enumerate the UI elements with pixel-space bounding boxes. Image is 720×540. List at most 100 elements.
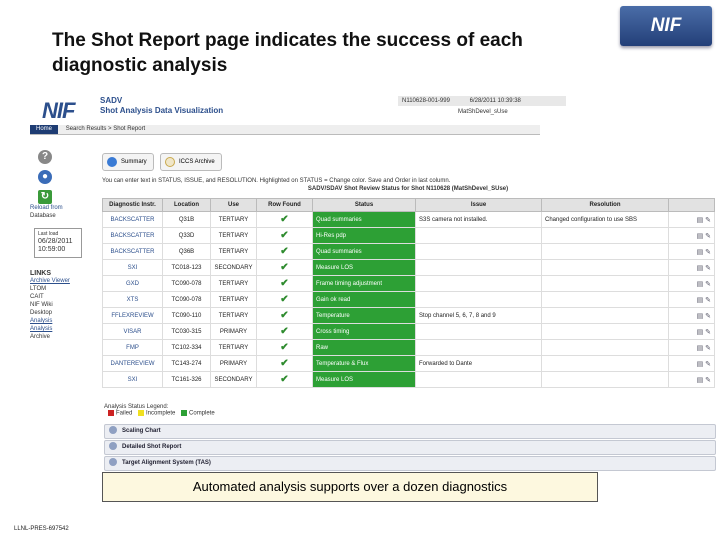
diag-cell[interactable]: GXD xyxy=(102,275,163,292)
status-cell[interactable]: Hi-Res pdp xyxy=(312,227,416,244)
status-cell[interactable]: Raw xyxy=(312,339,416,356)
status-cell[interactable]: Quad summaries xyxy=(312,211,416,228)
status-cell[interactable]: Quad summaries xyxy=(312,243,416,260)
status-cell[interactable]: Gain ok read xyxy=(312,291,416,308)
sidebar-link-desktop[interactable]: Desktop xyxy=(30,309,96,317)
panel-detailed-shot-report-label: Detailed Shot Report xyxy=(122,444,182,450)
resolution-cell[interactable]: Changed configuration to use SBS xyxy=(541,211,669,228)
resolution-cell[interactable] xyxy=(541,259,669,276)
help-icon[interactable]: ? xyxy=(38,150,52,164)
col-location[interactable]: Location xyxy=(162,198,211,212)
issue-cell[interactable]: S3S camera not installed. xyxy=(415,211,542,228)
diag-cell[interactable]: SXI xyxy=(102,371,163,388)
issue-cell[interactable] xyxy=(415,259,542,276)
instructions-text: You can enter text in STATUS, ISSUE, and… xyxy=(102,178,451,184)
diag-cell[interactable]: XTS xyxy=(102,291,163,308)
row-actions[interactable]: ▤ ✎ xyxy=(668,291,715,308)
location-cell: Q33D xyxy=(162,227,211,244)
panel-scaling-chart[interactable]: Scaling Chart xyxy=(104,424,716,439)
panel-detailed-shot-report[interactable]: Detailed Shot Report xyxy=(104,440,716,455)
diag-cell[interactable]: FMP xyxy=(102,339,163,356)
sidebar-link-archive[interactable]: Archive xyxy=(30,333,96,341)
diag-cell[interactable]: BACKSCATTER xyxy=(102,227,163,244)
summary-icon xyxy=(107,157,117,167)
resolution-cell[interactable] xyxy=(541,275,669,292)
resolution-cell[interactable] xyxy=(541,323,669,340)
status-cell[interactable]: Frame timing adjustment xyxy=(312,275,416,292)
diag-cell[interactable]: BACKSCATTER xyxy=(102,211,163,228)
issue-cell[interactable] xyxy=(415,291,542,308)
shot-date: 6/28/2011 10:39:38 xyxy=(469,98,521,104)
resolution-cell[interactable] xyxy=(541,339,669,356)
sidebar-link-nif-wiki[interactable]: NIF Wiki xyxy=(30,301,96,309)
row-found-check-icon: ✔ xyxy=(256,243,313,260)
resolution-cell[interactable] xyxy=(541,307,669,324)
issue-cell[interactable] xyxy=(415,323,542,340)
row-actions[interactable]: ▤ ✎ xyxy=(668,227,715,244)
location-cell: Q31B xyxy=(162,211,211,228)
tab-iccs-archive[interactable]: ICCS Archive xyxy=(160,153,222,171)
row-actions[interactable]: ▤ ✎ xyxy=(668,243,715,260)
issue-cell[interactable] xyxy=(415,227,542,244)
status-cell[interactable]: Temperature & Flux xyxy=(312,355,416,372)
table-row: BACKSCATTER Q36B TERTIARY ✔ Quad summaries ▤ … xyxy=(102,243,715,260)
diag-cell[interactable]: DANTEREVIEW xyxy=(102,355,163,372)
row-actions[interactable]: ▤ ✎ xyxy=(668,211,715,228)
user-icon[interactable]: ● xyxy=(38,170,52,184)
sidebar-link-analysis[interactable]: Analysis xyxy=(30,317,96,325)
issue-cell[interactable] xyxy=(415,275,542,292)
reload-link[interactable]: Reload from xyxy=(30,204,96,212)
issue-cell[interactable] xyxy=(415,243,542,260)
panel-target-alignment-label: Target Alignment System (TAS) xyxy=(122,460,211,466)
breadcrumb[interactable]: Search Results > Shot Report xyxy=(66,126,146,132)
row-actions[interactable]: ▤ ✎ xyxy=(668,275,715,292)
row-found-check-icon: ✔ xyxy=(256,323,313,340)
row-actions[interactable]: ▤ ✎ xyxy=(668,323,715,340)
app-header: NIF SADV Shot Analysis Data Visualizatio… xyxy=(28,96,566,123)
issue-cell[interactable] xyxy=(415,339,542,356)
col-diagnostic[interactable]: Diagnostic Instr. xyxy=(102,198,163,212)
sidebar-link-ltom[interactable]: LTOM xyxy=(30,285,96,293)
row-actions[interactable]: ▤ ✎ xyxy=(668,371,715,388)
diag-cell[interactable]: VISAR xyxy=(102,323,163,340)
panel-target-alignment[interactable]: Target Alignment System (TAS) xyxy=(104,456,716,471)
tab-summary[interactable]: Summary xyxy=(102,153,154,171)
sidebar-link-analysis-2[interactable]: Analysis xyxy=(30,325,96,333)
row-found-check-icon: ✔ xyxy=(256,291,313,308)
location-cell: TC018-123 xyxy=(162,259,211,276)
last-load-time: 10:59:00 xyxy=(38,246,66,253)
issue-cell[interactable]: Forwarded to Dante xyxy=(415,355,542,372)
resolution-cell[interactable] xyxy=(541,227,669,244)
row-actions[interactable]: ▤ ✎ xyxy=(668,355,715,372)
location-cell: TC030-315 xyxy=(162,323,211,340)
resolution-cell[interactable] xyxy=(541,355,669,372)
status-cell[interactable]: Measure LOS xyxy=(312,259,416,276)
nav-home-link[interactable]: Home xyxy=(30,125,59,134)
table-title: SADV/SDAV Shot Review Status for Shot N1… xyxy=(307,186,509,192)
col-row-found[interactable]: Row Found xyxy=(256,198,313,212)
resolution-cell[interactable] xyxy=(541,243,669,260)
sidebar-link-archive-viewer[interactable]: Archive Viewer xyxy=(30,277,96,285)
col-use[interactable]: Use xyxy=(210,198,257,212)
col-status[interactable]: Status xyxy=(312,198,416,212)
sidebar-link-cait[interactable]: CAIT xyxy=(30,293,96,301)
issue-cell[interactable] xyxy=(415,371,542,388)
status-cell[interactable]: Measure LOS xyxy=(312,371,416,388)
row-actions[interactable]: ▤ ✎ xyxy=(668,307,715,324)
resolution-cell[interactable] xyxy=(541,371,669,388)
diag-cell[interactable]: BACKSCATTER xyxy=(102,243,163,260)
col-resolution[interactable]: Resolution xyxy=(541,198,669,212)
col-issue[interactable]: Issue xyxy=(415,198,542,212)
diag-cell[interactable]: SXI xyxy=(102,259,163,276)
table-row: BACKSCATTER Q31B TERTIARY ✔ Quad summaries S3… xyxy=(102,211,715,228)
instructions-banner: You can enter text in STATUS, ISSUE, and… xyxy=(102,178,714,192)
status-cell[interactable]: Temperature xyxy=(312,307,416,324)
issue-cell[interactable]: Stop channel 5, 6, 7, 8 and 9 xyxy=(415,307,542,324)
reload-icon[interactable]: ↻ xyxy=(38,190,52,204)
diag-cell[interactable]: FFLEXREVIEW xyxy=(102,307,163,324)
status-cell[interactable]: Cross timing xyxy=(312,323,416,340)
row-actions[interactable]: ▤ ✎ xyxy=(668,259,715,276)
resolution-cell[interactable] xyxy=(541,291,669,308)
row-actions[interactable]: ▤ ✎ xyxy=(668,339,715,356)
legend-label: Analysis Status Legend: xyxy=(104,404,169,410)
